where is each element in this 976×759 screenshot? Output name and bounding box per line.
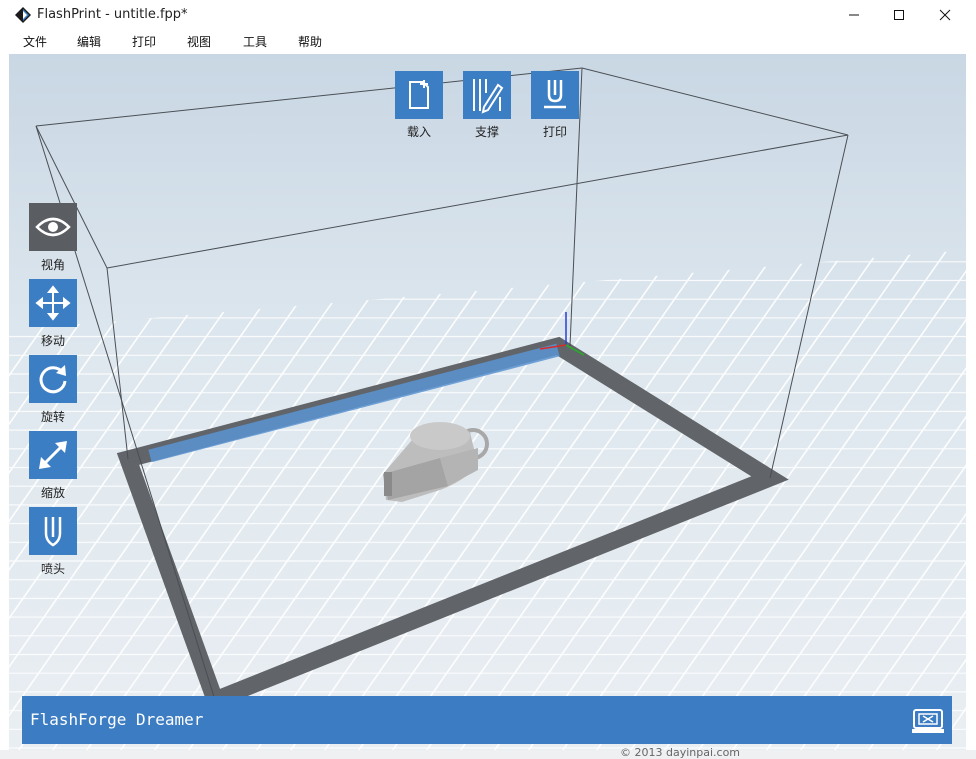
rotate-label: 旋转 <box>40 410 65 424</box>
menu-print[interactable]: 打印 <box>132 34 156 50</box>
printer-settings-icon[interactable] <box>912 708 944 734</box>
build-volume-scene <box>9 54 966 750</box>
status-bar: FlashForge Dreamer <box>22 696 952 744</box>
scale-icon <box>39 441 67 469</box>
view-button[interactable] <box>29 203 77 251</box>
nozzle-icon <box>44 517 62 547</box>
support-icon <box>473 79 504 114</box>
minimize-icon <box>849 14 859 16</box>
menu-tools[interactable]: 工具 <box>243 34 267 50</box>
menu-edit[interactable]: 编辑 <box>77 34 101 50</box>
menu-file[interactable]: 文件 <box>23 34 47 50</box>
3d-viewport[interactable]: 载入 支撑 打印 视角 移动 旋转 缩放 喷头 <box>9 54 966 750</box>
window-title: FlashPrint - untitle.fpp* <box>37 7 188 22</box>
move-arrows-icon <box>35 285 71 321</box>
load-label: 载入 <box>406 125 431 139</box>
scale-label: 缩放 <box>40 486 65 500</box>
eye-icon <box>35 217 71 237</box>
rotate-button[interactable] <box>29 355 77 403</box>
move-button[interactable] <box>29 279 77 327</box>
load-file-icon <box>409 80 429 109</box>
flashprint-logo-icon <box>15 7 31 23</box>
printer-name: FlashForge Dreamer <box>30 710 204 729</box>
nozzle-label: 喷头 <box>40 562 65 576</box>
background-window-strip: © 2013 dayinpai.com <box>0 746 976 759</box>
print-label: 打印 <box>542 125 567 139</box>
minimize-button[interactable] <box>831 0 877 30</box>
maximize-icon <box>894 10 904 20</box>
view-label: 视角 <box>40 258 65 272</box>
support-button[interactable] <box>463 71 511 119</box>
move-label: 移动 <box>40 334 65 348</box>
flashprint-window: FlashPrint - untitle.fpp* 文件 编辑 打印 视图 工具… <box>0 0 976 759</box>
title-bar[interactable]: FlashPrint - untitle.fpp* <box>0 0 976 30</box>
scale-button[interactable] <box>29 431 77 479</box>
menu-view[interactable]: 视图 <box>187 34 211 50</box>
background-copyright: © 2013 dayinpai.com <box>620 746 741 759</box>
load-button[interactable] <box>395 71 443 119</box>
menu-help[interactable]: 帮助 <box>298 34 322 50</box>
menu-bar: 文件 编辑 打印 视图 工具 帮助 <box>0 30 976 54</box>
close-icon <box>939 9 951 21</box>
print-button[interactable] <box>531 71 579 119</box>
maximize-button[interactable] <box>876 0 922 30</box>
print-icon <box>544 80 566 109</box>
support-label: 支撑 <box>474 125 499 139</box>
nozzle-button[interactable] <box>29 507 77 555</box>
rotate-icon <box>39 365 67 394</box>
close-button[interactable] <box>922 0 968 30</box>
